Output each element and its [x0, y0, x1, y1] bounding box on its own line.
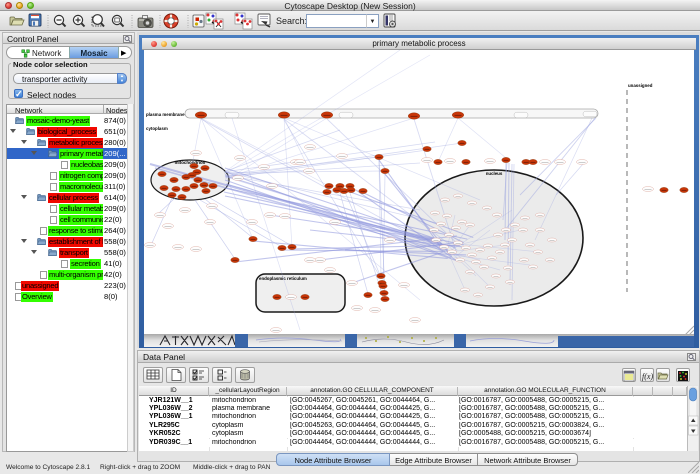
- svg-text:nucleus: nucleus: [486, 171, 503, 176]
- svg-text:cytoplasm: cytoplasm: [146, 126, 168, 131]
- svg-text:mitochondrion: mitochondrion: [175, 160, 206, 165]
- svg-text:unassigned: unassigned: [628, 83, 653, 88]
- svg-text:f(x): f(x): [642, 372, 653, 381]
- svg-text:plasma membrane: plasma membrane: [146, 112, 185, 117]
